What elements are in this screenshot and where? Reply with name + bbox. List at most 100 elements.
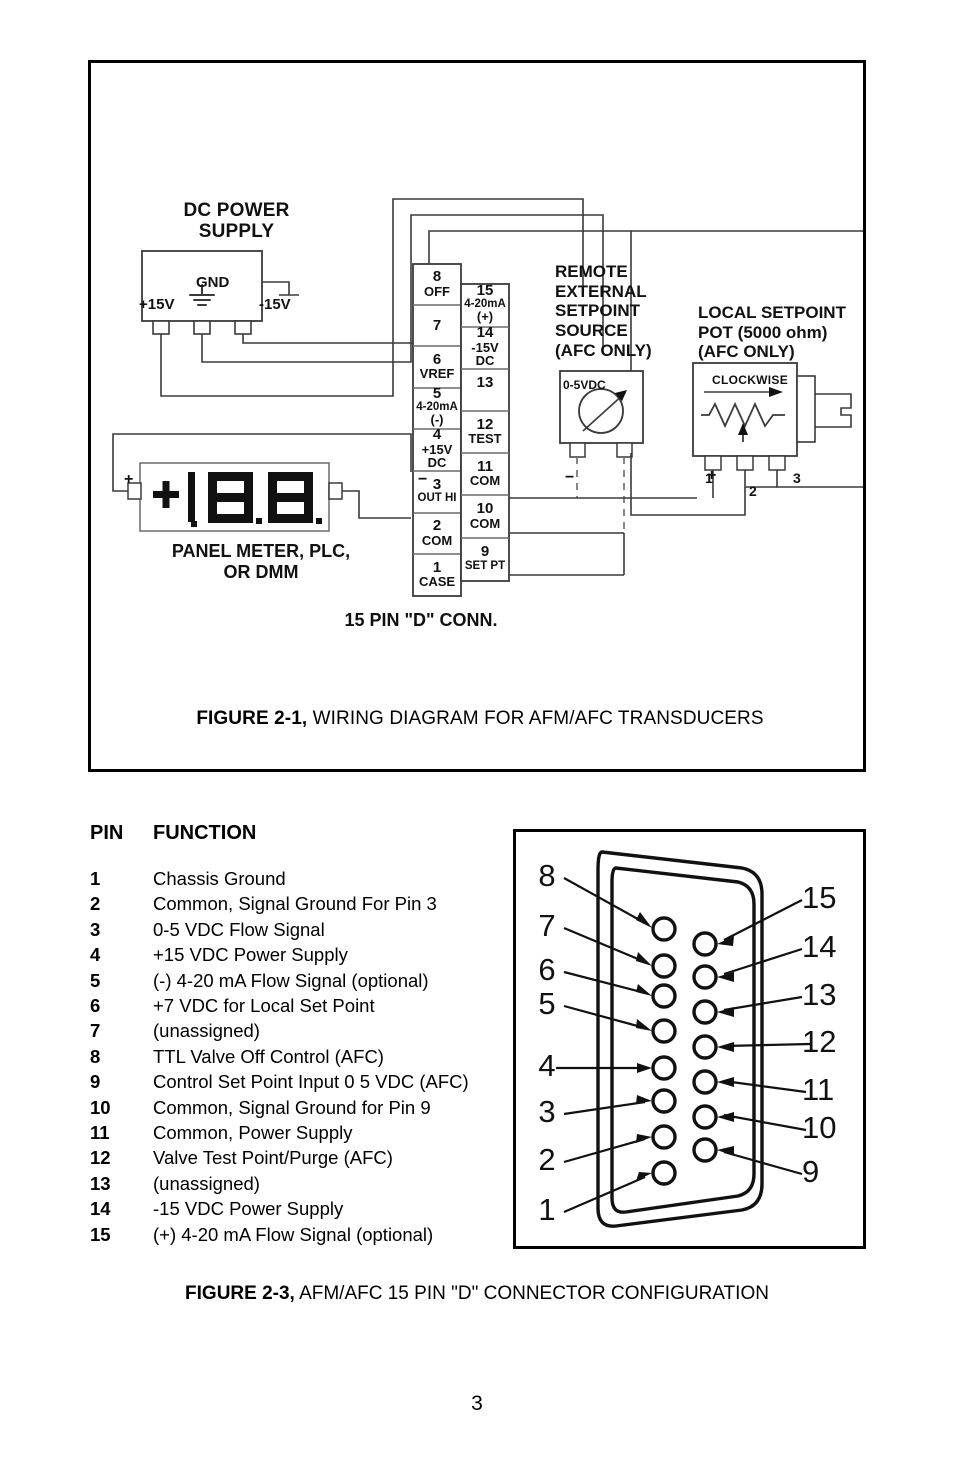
pin-number: 4 (90, 944, 101, 966)
pin-number: 10 (90, 1096, 111, 1118)
pin-block-desc: -15V (471, 339, 499, 355)
remote-setpoint-range-label: 0-5VDC (563, 378, 606, 392)
local-setpoint-direction-label: CLOCKWISE (712, 373, 789, 387)
pin-block-number: 12 (476, 415, 494, 433)
dc-power-supply-title: DC POWER SUPPLY (183, 200, 290, 243)
panel-meter-box (112, 433, 412, 532)
connector-callout-right: 12 (802, 1024, 837, 1059)
pin-block-desc: DC (475, 353, 495, 369)
remote-setpoint-source-box (509, 370, 697, 576)
pin-table-row: 14 -15 VDC Power Supply (90, 1196, 510, 1221)
column-header-function: FUNCTION (153, 822, 257, 844)
connector-callout-left: 5 (538, 986, 556, 1021)
pin-number: 11 (90, 1122, 110, 1144)
figure-2-1-caption: FIGURE 2-1, WIRING DIAGRAM FOR AFM/AFC T… (91, 708, 869, 730)
connector-callout-left: 3 (538, 1094, 556, 1129)
pin-number: 12 (90, 1147, 111, 1169)
pin-block-desc: VREF (419, 366, 455, 382)
pin-block-cell: 2 COM (413, 518, 461, 547)
connector-callout-right: 9 (802, 1154, 820, 1189)
dc-power-supply-gnd-label: GND (196, 274, 230, 291)
pin-block-desc: COM (469, 473, 501, 489)
connector-callout-right: 14 (802, 929, 837, 964)
pin-number: 5 (90, 969, 101, 991)
connector-callout-left: 7 (538, 908, 556, 943)
figure-2-1-frame: DC POWER SUPPLY GND +15V -15V + − PANEL … (88, 60, 866, 772)
pin-block-number: 1 (432, 558, 442, 576)
pin-table-row: 9 Control Set Point Input 0 5 VDC (AFC) (90, 1069, 510, 1094)
pin-function: Control Set Point Input 0 5 VDC (AFC) (153, 1071, 469, 1093)
pin-block-number: 4 (432, 426, 442, 443)
pin-table-row: 6 +7 VDC for Local Set Point (90, 993, 510, 1018)
remote-setpoint-minus-terminal-label: − (565, 469, 575, 486)
dc-power-supply-positive-label: +15V (139, 296, 175, 313)
pin-number: 3 (90, 918, 101, 940)
pin-block-number: 13 (476, 374, 494, 391)
connector-callout-left: 4 (538, 1048, 556, 1083)
column-header-pin: PIN (90, 822, 124, 844)
pin-table-row: 12 Valve Test Point/Purge (AFC) (90, 1145, 510, 1170)
pin-block-cell: 12 TEST (461, 415, 509, 446)
pin-function: Chassis Ground (153, 868, 286, 889)
pin-block-number: 11 (477, 457, 493, 475)
pin-function: (+) 4-20 mA Flow Signal (optional) (153, 1223, 434, 1245)
pin-block-cell: 13 (461, 375, 509, 391)
local-setpoint-terminal-1-label: 1 (705, 470, 713, 486)
pin-block-desc: OUT HI (417, 492, 457, 505)
pin-number: 15 (90, 1223, 111, 1245)
page-number: 3 (471, 1392, 483, 1415)
pin-block-desc: COM (421, 532, 453, 548)
connector-callout-right: 10 (802, 1110, 837, 1145)
pin-block-desc: (+) (476, 309, 494, 325)
pin-function: TTL Valve Off Control (AFC) (153, 1045, 384, 1067)
pin-block-cell: 14 -15V DC (461, 325, 509, 368)
pin-number: 2 (90, 893, 101, 915)
pin-function: -15 VDC Power Supply (153, 1198, 344, 1220)
pin-block-number: 10 (476, 500, 494, 517)
pin-block-desc: (-) (430, 412, 444, 428)
pin-function: +7 VDC for Local Set Point (153, 995, 375, 1017)
pin-number: 13 (90, 1172, 111, 1194)
pin-number: 9 (90, 1071, 101, 1093)
pin-block-desc: SET PT (464, 559, 506, 572)
pin-connector-caption: 15 PIN "D" CONN. (344, 610, 498, 630)
pin-function-table: PIN FUNCTION 1 Chassis Ground 2 Common, Sig… (90, 822, 510, 1247)
connector-callout-left: 2 (538, 1142, 556, 1177)
pin-block-cell: 4 +15V DC (413, 427, 461, 470)
pin-table-row: 11 Common, Power Supply (90, 1120, 510, 1145)
pin-block-number: 8 (432, 268, 442, 285)
pin-table-row: 4 +15 VDC Power Supply (90, 942, 510, 967)
pin-block-desc: +15V (421, 441, 453, 457)
local-setpoint-title: LOCAL SETPOINT POT (5000 ohm) (AFC ONLY) (698, 303, 846, 362)
pin-block-cell: 7 (413, 317, 461, 334)
figure-2-1-caption-text: WIRING DIAGRAM FOR AFM/AFC TRANSDUCERS (307, 708, 764, 729)
figure-2-3-caption-text: AFM/AFC 15 PIN "D" CONNECTOR CONFIGURATI… (294, 1283, 769, 1304)
pin-block-number: 15 (476, 281, 494, 299)
figure-2-1-caption-label: FIGURE 2-1, (196, 708, 308, 729)
pin-number: 8 (90, 1045, 101, 1067)
pin-function: Common, Signal Ground for Pin 9 (153, 1096, 431, 1118)
pin-table-row: 15 (+) 4-20 mA Flow Signal (optional) (90, 1222, 510, 1247)
pin-table-row: 7 (unassigned) (90, 1018, 510, 1043)
pin-block-cell: 10 COM (461, 501, 509, 530)
pin-number: 6 (90, 995, 101, 1017)
connector-callout-right: 15 (802, 880, 837, 915)
pin-block-cell: 5 4-20mA (-) (413, 384, 461, 428)
pin-table-row: 13 (unassigned) (90, 1171, 510, 1196)
local-setpoint-terminal-2-label: 2 (749, 483, 757, 499)
pin-block-number: 5 (432, 384, 442, 402)
pin-number: 14 (90, 1198, 111, 1220)
pin-block-desc: OFF (424, 283, 450, 299)
pin-function: (-) 4-20 mA Flow Signal (optional) (153, 969, 429, 991)
pin-block-cell: 1 CASE (413, 558, 461, 589)
pin-block-number: 9 (480, 543, 490, 560)
pin-block-cell: 15 4-20mA (+) (461, 281, 509, 325)
pin-block-cell: 3 OUT HI (413, 476, 461, 505)
connector-callout-left: 8 (538, 858, 556, 893)
pin-table-row: 8 TTL Valve Off Control (AFC) (90, 1044, 510, 1069)
pin-table-row: 3 0-5 VDC Flow Signal (90, 917, 510, 942)
connector-callout-left: 6 (538, 952, 556, 987)
pin-block-number: 6 (432, 350, 442, 368)
pin-function: Common, Signal Ground For Pin 3 (153, 893, 437, 915)
pin-function-table-header: PIN FUNCTION (90, 822, 510, 845)
